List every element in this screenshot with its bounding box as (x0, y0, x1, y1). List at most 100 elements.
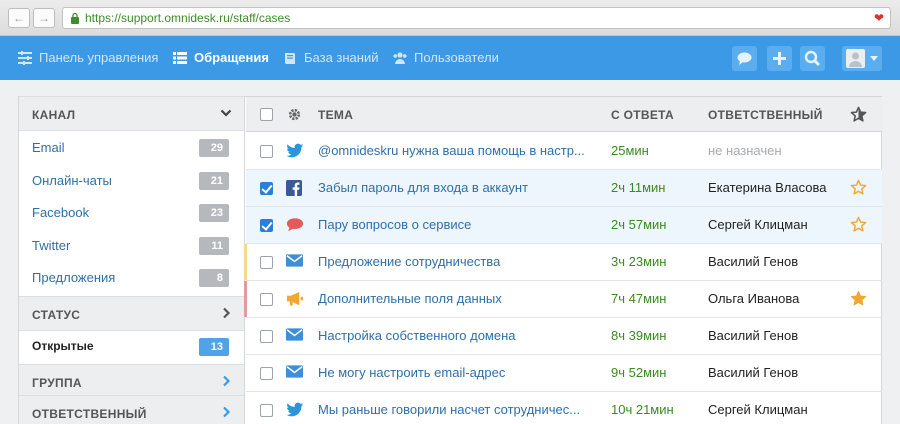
forward-button[interactable]: → (33, 8, 55, 28)
email-icon (286, 365, 304, 381)
filter-responsible-header[interactable]: ОТВЕТСТВЕННЫЙ (19, 395, 244, 424)
filter-channel-facebook[interactable]: Facebook 23 (19, 197, 244, 229)
chat-button[interactable] (732, 46, 757, 71)
filter-label: Онлайн-чаты (32, 173, 112, 188)
count-badge: 11 (199, 237, 229, 255)
nav-knowledge-base-label: База знаний (304, 50, 379, 65)
count-badge: 13 (199, 338, 229, 356)
filter-status-header[interactable]: СТАТУС (19, 296, 244, 331)
chevron-down-icon (870, 56, 878, 61)
star-outline-icon[interactable] (850, 179, 867, 196)
case-subject-link[interactable]: @omnideskru нужна ваша помощь в настр... (318, 143, 588, 158)
browser-toolbar: ← → https://support.omnidesk.ru/staff/ca… (0, 0, 900, 36)
gear-icon[interactable] (288, 108, 301, 121)
nav-dashboard[interactable]: Панель управления (18, 50, 158, 65)
filter-channel-chats[interactable]: Онлайн-чаты 21 (19, 165, 244, 197)
priority-marker (244, 244, 247, 280)
nav-cases[interactable]: Обращения (173, 50, 269, 65)
chevron-right-icon (223, 406, 231, 418)
twitter-icon (286, 143, 304, 159)
column-responsible[interactable]: ОТВЕТСТВЕННЫЙ (708, 108, 823, 122)
table-row[interactable]: Мы раньше говорили насчет сотрудничес...… (246, 392, 882, 424)
filter-channel-twitter[interactable]: Twitter 11 (19, 230, 244, 262)
table-row[interactable]: Предложение сотрудничества 3ч 23мин Васили… (244, 244, 882, 281)
table-row[interactable]: Не могу настроить email-адрес 9ч 52мин Вас… (246, 355, 882, 392)
table-row[interactable]: Пару вопросов о сервисе 2ч 57мин Сергей Кл… (246, 207, 882, 244)
nav-users[interactable]: Пользователи (393, 50, 499, 65)
case-subject-link[interactable]: Настройка собственного домена (318, 328, 588, 343)
cases-panel: КАНАЛ Email 29 Онлайн-чаты 21 Facebook 2… (18, 96, 882, 424)
time-since-reply: 10ч 21мин (611, 402, 674, 417)
table-row[interactable]: Настройка собственного домена 8ч 39мин Вас… (246, 318, 882, 355)
back-button[interactable]: ← (8, 8, 30, 28)
case-subject-link[interactable]: Пару вопросов о сервисе (318, 217, 588, 232)
user-icon (849, 52, 862, 67)
time-since-reply: 7ч 47мин (611, 291, 667, 306)
case-subject-link[interactable]: Забыл пароль для входа в аккаунт (318, 180, 588, 195)
filter-channel-suggestions[interactable]: Предложения 8 (19, 262, 244, 294)
table-row[interactable]: Дополнительные поля данных 7ч 47мин Ольга … (244, 281, 882, 318)
user-menu-button[interactable] (842, 46, 882, 71)
row-checkbox[interactable] (260, 219, 273, 232)
time-since-reply: 8ч 39мин (611, 328, 667, 343)
app-navbar: Панель управления Обращения База знаний … (0, 36, 900, 80)
count-badge: 21 (199, 172, 229, 190)
lock-icon (71, 12, 79, 24)
table-header: ТЕМА С ОТВЕТА ОТВЕТСТВЕННЫЙ (246, 97, 882, 132)
address-bar[interactable]: https://support.omnidesk.ru/staff/cases … (62, 7, 891, 29)
heart-icon[interactable]: ❤ (874, 12, 884, 24)
responsible-name: Василий Генов (708, 328, 799, 343)
search-button[interactable] (800, 46, 825, 71)
row-checkbox[interactable] (260, 182, 273, 195)
row-checkbox[interactable] (260, 145, 273, 158)
column-since-reply[interactable]: С ОТВЕТА (611, 108, 674, 122)
star-filled-icon[interactable] (850, 290, 867, 307)
back-arrow-icon: ← (13, 11, 25, 25)
add-case-button[interactable] (767, 46, 792, 71)
row-checkbox[interactable] (260, 330, 273, 343)
row-checkbox[interactable] (260, 293, 273, 306)
facebook-icon (286, 180, 304, 196)
filter-channel-header[interactable]: КАНАЛ (19, 96, 244, 131)
filter-status-open[interactable]: Открытые 13 (19, 331, 244, 363)
time-since-reply: 2ч 11мин (611, 180, 666, 195)
cases-table: ТЕМА С ОТВЕТА ОТВЕТСТВЕННЫЙ @omnideskru … (244, 97, 882, 424)
filter-channel-email[interactable]: Email 29 (19, 132, 244, 164)
case-subject-link[interactable]: Предложение сотрудничества (318, 254, 588, 269)
column-subject[interactable]: ТЕМА (318, 108, 353, 122)
email-icon (286, 254, 304, 270)
row-checkbox[interactable] (260, 256, 273, 269)
table-row[interactable]: Забыл пароль для входа в аккаунт 2ч 11мин… (246, 170, 882, 207)
star-outline-icon[interactable] (850, 216, 867, 233)
list-icon (173, 51, 187, 64)
row-checkbox[interactable] (260, 404, 273, 417)
responsible-name: Сергей Клицман (708, 402, 808, 417)
filter-label: Предложения (32, 270, 116, 285)
responsible-name: Екатерина Власова (708, 180, 827, 195)
table-row[interactable]: @omnideskru нужна ваша помощь в настр...… (246, 133, 882, 170)
megaphone-icon (286, 291, 304, 307)
filter-status-title: СТАТУС (32, 308, 81, 322)
responsible-name: Василий Генов (708, 254, 799, 269)
nav-knowledge-base[interactable]: База знаний (283, 50, 379, 65)
star-filter-icon[interactable] (850, 106, 867, 123)
filter-group-header[interactable]: ГРУППА (19, 364, 244, 399)
nav-dashboard-label: Панель управления (39, 50, 159, 65)
nav-users-label: Пользователи (414, 50, 499, 65)
count-badge: 29 (199, 139, 229, 157)
case-subject-link[interactable]: Дополнительные поля данных (318, 291, 588, 306)
case-subject-link[interactable]: Мы раньше говорили насчет сотрудничес... (318, 402, 588, 417)
select-all-checkbox[interactable] (260, 108, 273, 121)
filter-label: Email (32, 140, 65, 155)
url-text: https://support.omnidesk.ru/staff/cases (85, 11, 291, 25)
row-checkbox[interactable] (260, 367, 273, 380)
nav-cases-label: Обращения (194, 50, 269, 65)
time-since-reply: 2ч 57мин (611, 217, 667, 232)
filter-label: Facebook (32, 205, 90, 220)
filter-channel-title: КАНАЛ (32, 108, 76, 122)
filter-responsible-title: ОТВЕТСТВЕННЫЙ (32, 407, 147, 421)
case-subject-link[interactable]: Не могу настроить email-адрес (318, 365, 588, 380)
priority-marker (244, 281, 247, 317)
time-since-reply: 3ч 23мин (611, 254, 667, 269)
book-icon (285, 52, 295, 64)
